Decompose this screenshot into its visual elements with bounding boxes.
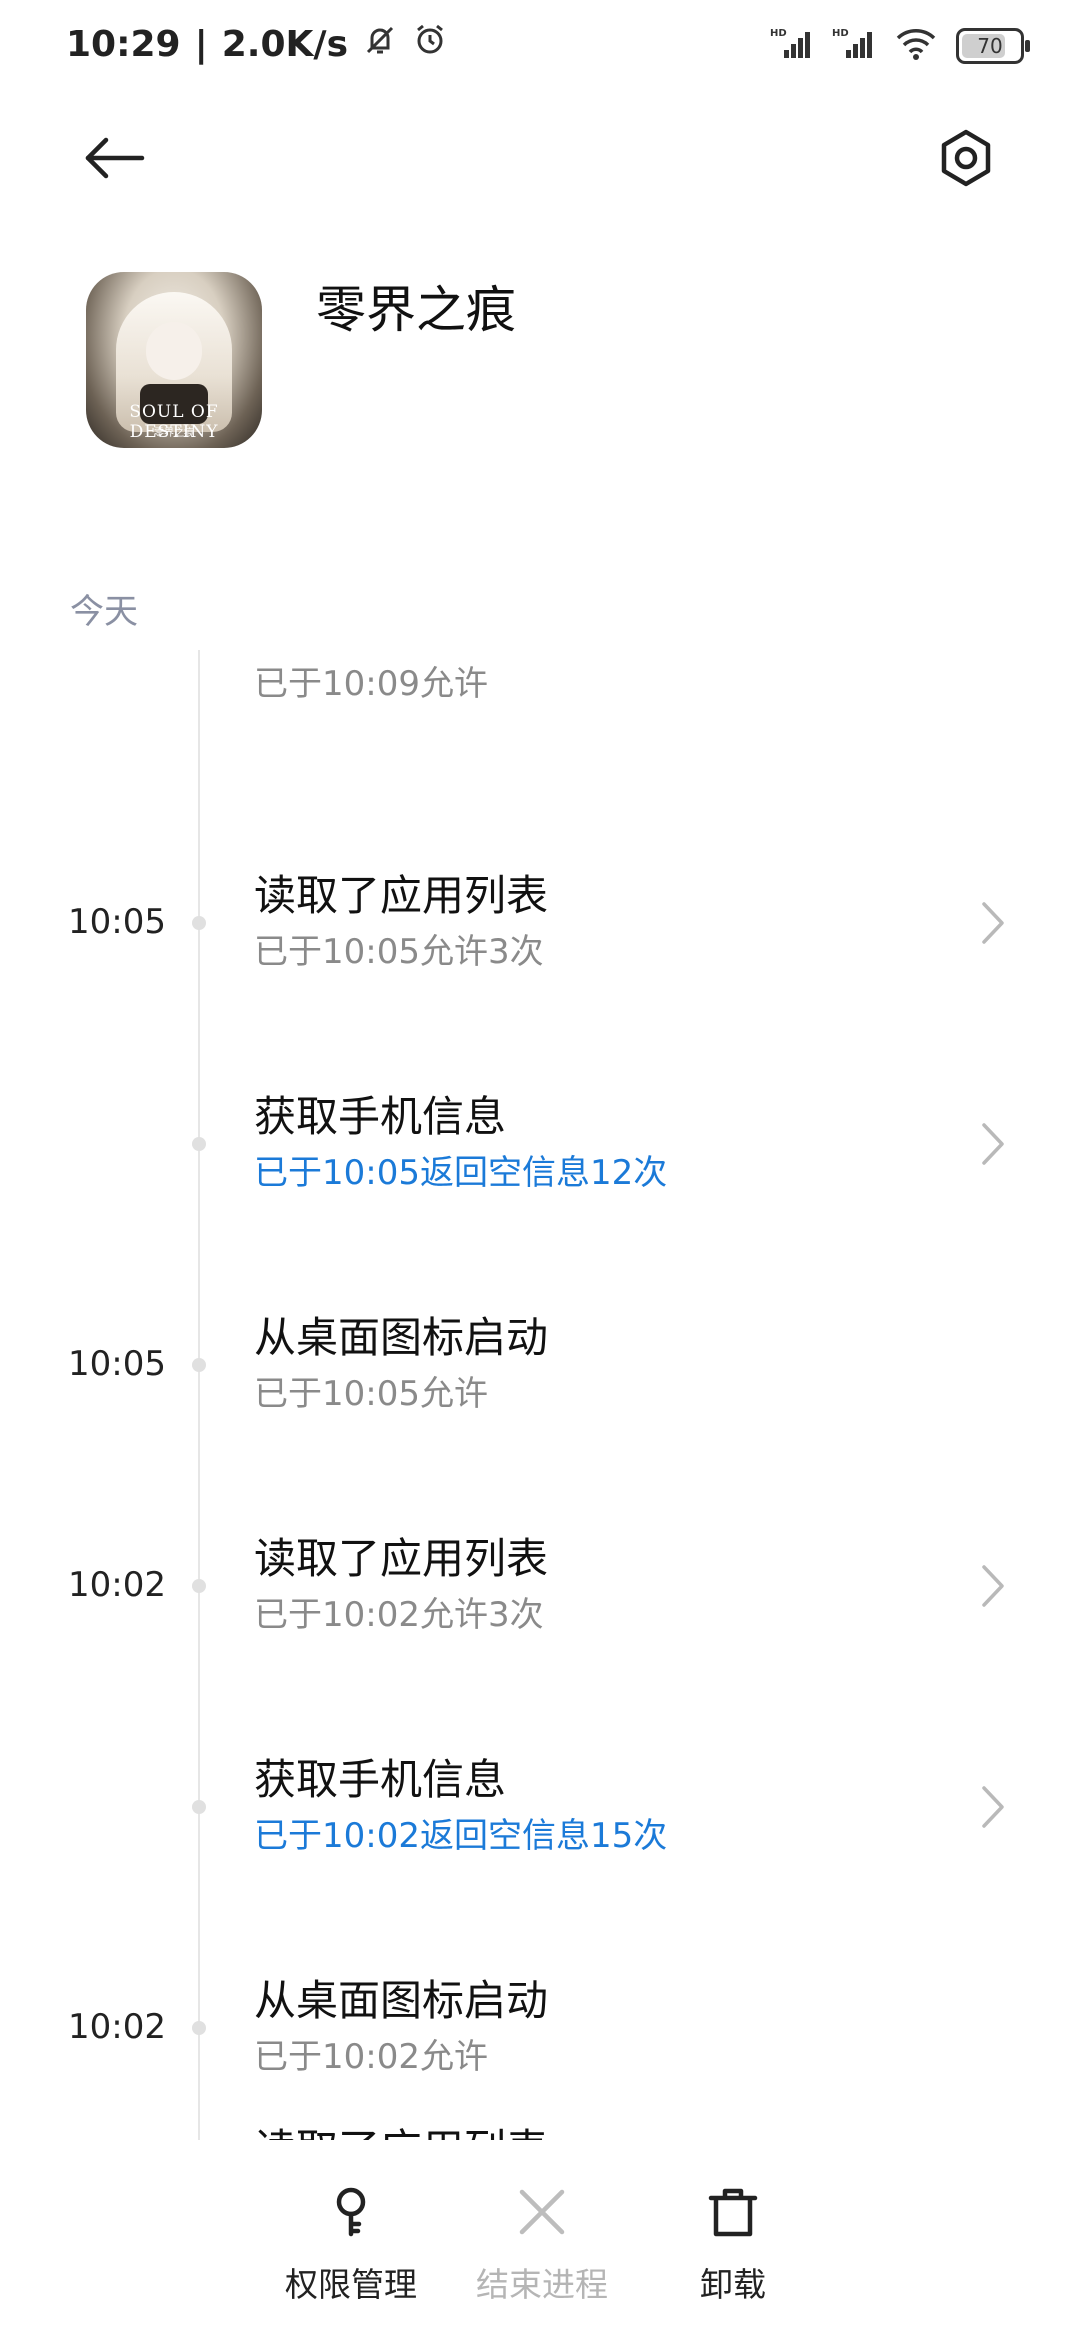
timeline-item-title: 从桌面图标启动: [254, 1976, 549, 2025]
timeline-item-subtitle: 已于10:09允许: [254, 664, 488, 704]
app-icon-logo-subtext: 零界之痕: [154, 428, 194, 439]
timeline-item[interactable]: 10:05 从桌面图标启动 已于10:05允许: [0, 1222, 1080, 1422]
battery-icon: 70: [956, 28, 1030, 64]
timeline-dot: [192, 1358, 206, 1372]
end-process-button[interactable]: 结束进程: [462, 2184, 622, 2306]
timeline-dot: [192, 1800, 206, 1814]
section-label-today: 今天: [70, 592, 138, 632]
close-icon: [519, 2189, 565, 2235]
svg-text:HD: HD: [832, 28, 849, 39]
app-icon: SOUL OF DESTINY 零界之痕: [86, 272, 262, 448]
timeline-item[interactable]: 10:02 从桌面图标启动 已于10:02允许: [0, 1885, 1080, 2085]
timeline-item-subtitle: 已于10:02返回空信息15次: [254, 1816, 668, 1856]
key-icon: [336, 2187, 366, 2237]
permissions-label: 权限管理: [285, 2265, 417, 2304]
timeline-item[interactable]: 已于10:09允许: [0, 650, 1080, 760]
timeline-item-title: 读取了应用列表: [254, 2116, 548, 2140]
timeline-dot: [192, 2021, 206, 2035]
trash-icon: [708, 2188, 758, 2237]
status-separator: |: [194, 24, 208, 65]
uninstall-button[interactable]: 卸载: [653, 2184, 813, 2306]
timeline-item-title: 读取了应用列表: [254, 1534, 549, 1583]
wifi-icon: [894, 26, 938, 66]
back-button[interactable]: [78, 122, 150, 194]
timeline-item[interactable]: 10:05 读取了应用列表 已于10:05允许3次: [0, 780, 1080, 980]
timeline-item-subtitle: 已于10:05允许: [254, 1374, 488, 1414]
uninstall-label: 卸载: [700, 2265, 766, 2304]
timeline-item-title: 从桌面图标启动: [254, 1313, 549, 1362]
chevron-right-icon: [982, 1565, 1004, 1607]
status-speed: 2.0K/s: [221, 24, 348, 65]
timeline-item[interactable]: 10:02 读取了应用列表 已于10:02允许3次: [0, 1443, 1080, 1643]
timeline-item[interactable]: 读取了应用列表: [0, 2106, 1080, 2140]
mute-bell-icon: [362, 22, 398, 67]
timeline-item-title: 获取手机信息: [254, 1092, 507, 1141]
timeline-item[interactable]: 获取手机信息 已于10:02返回空信息15次: [0, 1664, 1080, 1864]
battery-level: 70: [977, 34, 1003, 58]
status-right: HD HD 70: [770, 26, 1030, 66]
timeline-item-subtitle: 已于10:02允许3次: [254, 1595, 544, 1635]
timeline-item-title: 获取手机信息: [254, 1755, 507, 1804]
app-name: 零界之痕: [316, 281, 516, 339]
status-bar: 10:29 | 2.0K/s HD HD 70: [0, 0, 1080, 96]
timeline-item-subtitle: 已于10:05返回空信息12次: [254, 1153, 668, 1193]
status-time: 10:29: [66, 24, 181, 65]
permissions-button[interactable]: 权限管理: [271, 2184, 431, 2306]
timeline-item-title: 读取了应用列表: [254, 871, 549, 920]
chevron-right-icon: [982, 902, 1004, 944]
timeline-dot: [192, 1137, 206, 1151]
back-arrow-icon: [85, 137, 145, 179]
timeline-item-time: 10:02: [68, 2007, 166, 2047]
timeline-item-time: 10:05: [68, 902, 166, 942]
timeline-item-time: 10:05: [68, 1344, 166, 1384]
settings-hexagon-icon: [941, 129, 991, 187]
end-process-label: 结束进程: [476, 2265, 608, 2304]
chevron-right-icon: [982, 1123, 1004, 1165]
timeline-item-subtitle: 已于10:02允许: [254, 2037, 488, 2077]
timeline-item-time: 10:02: [68, 1565, 166, 1605]
timeline-item-subtitle: 已于10:05允许3次: [254, 932, 544, 972]
chevron-right-icon: [982, 1786, 1004, 1828]
timeline-list[interactable]: 已于10:09允许 10:05 读取了应用列表 已于10:05允许3次 获取手机…: [0, 650, 1080, 2140]
signal-hd-icon-1: HD: [770, 26, 814, 66]
svg-text:HD: HD: [770, 28, 787, 39]
timeline-item[interactable]: 获取手机信息 已于10:05返回空信息12次: [0, 1001, 1080, 1201]
settings-button[interactable]: [930, 122, 1002, 194]
signal-hd-icon-2: HD: [832, 26, 876, 66]
bottom-action-bar: 权限管理 结束进程 卸载: [0, 2140, 1080, 2340]
timeline-dot: [192, 916, 206, 930]
timeline-dot: [192, 1579, 206, 1593]
alarm-icon: [412, 22, 448, 67]
status-left: 10:29 | 2.0K/s: [66, 22, 448, 67]
